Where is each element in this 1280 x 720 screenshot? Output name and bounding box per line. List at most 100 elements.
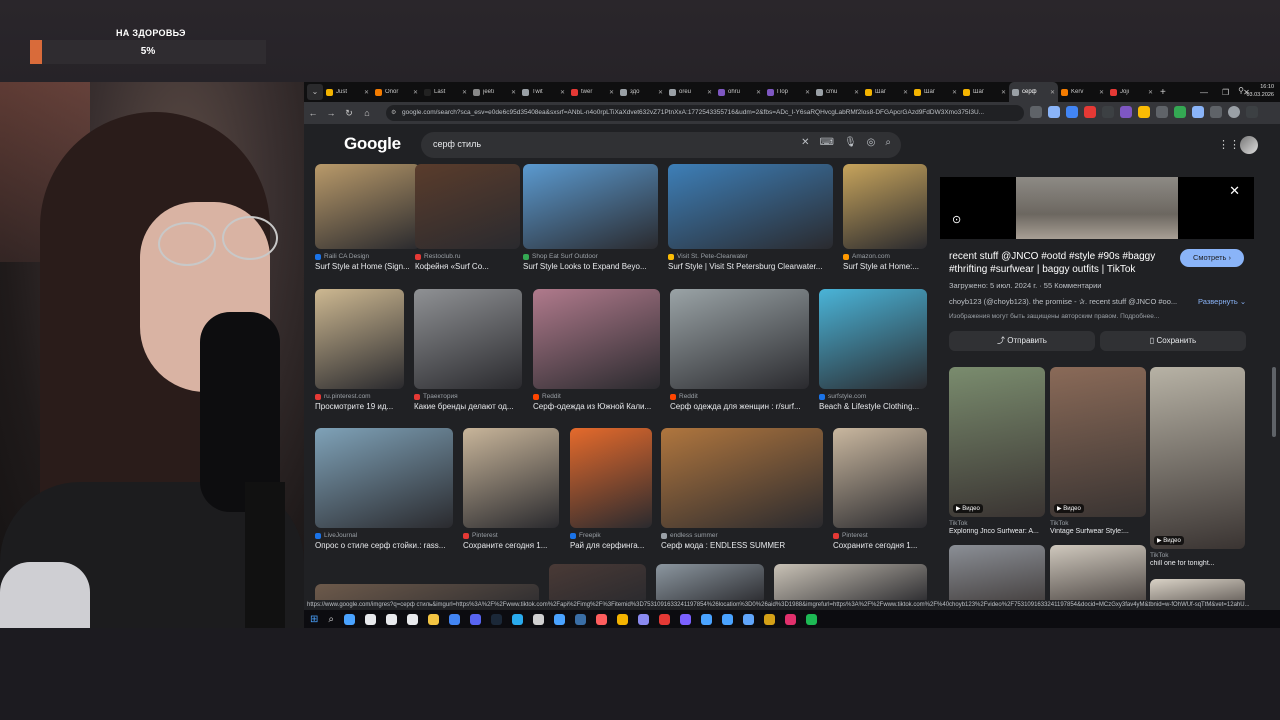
lens-search-icon[interactable]: ⊙ [952,213,961,226]
tab-close-icon[interactable]: ✕ [364,89,369,96]
result-thumbnail[interactable] [774,564,927,604]
taskbar-app-icon[interactable] [512,613,523,625]
extension-icon[interactable] [1156,106,1168,118]
taskbar-search-icon[interactable]: ⌕ [328,614,334,625]
result-thumbnail[interactable] [463,428,559,528]
home-icon[interactable]: ⌂ [358,108,376,118]
browser-tab[interactable]: jeeti ✕ [470,82,519,102]
tab-close-icon[interactable]: ✕ [609,89,614,96]
result-title[interactable]: Серф одежда для женщин : r/surf... [670,402,809,411]
lens-icon[interactable]: ◎ [867,137,876,148]
result-title[interactable]: Опрос о стиле серф стойки.: rass... [315,541,453,550]
taskbar-app-icon[interactable] [365,613,376,625]
extension-icon[interactable] [1102,106,1114,118]
translate-icon[interactable] [1030,106,1042,118]
image-result-card[interactable]: Visit St. Pete-Clearwater Surf Style | Vi… [668,164,833,271]
related-thumbnail[interactable] [1050,545,1146,607]
result-title[interactable]: Beach & Lifestyle Clothing... [819,402,927,411]
result-thumbnail[interactable] [414,289,522,389]
copyright-note[interactable]: Изображения могут быть защищены авторски… [949,313,1159,320]
new-tab-icon[interactable]: + [1160,87,1166,98]
minimize-icon[interactable]: — [1200,88,1208,97]
expand-link[interactable]: Развернуть ⌄ [1198,297,1246,306]
browser-tab[interactable]: cmu ✕ [813,82,862,102]
forward-icon[interactable]: → [322,108,340,118]
taskbar-app-icon[interactable] [785,613,796,625]
extension-icon[interactable] [1120,106,1132,118]
result-title[interactable]: Сохраните сегодня 1... [463,541,559,550]
extension-icon[interactable] [1174,106,1186,118]
tray-icon[interactable]: ⚲ [1238,86,1244,95]
tab-close-icon[interactable]: ✕ [805,89,810,96]
related-image-card[interactable]: ▶ Видео TikTok Vintage Surfwear Style:... [1050,367,1146,535]
result-title[interactable]: Какие бренды делают од... [414,402,522,411]
image-result-card[interactable]: Shop Eat Surf Outdoor Surf Style Looks to… [523,164,658,271]
url-field[interactable]: ⚙ google.com/search?sca_esv=e0de6c95d354… [386,105,1024,121]
browser-tab[interactable]: oreu ✕ [666,82,715,102]
image-result-card[interactable] [549,564,646,604]
image-result-card[interactable]: Траектория Какие бренды делают од... [414,289,522,411]
result-thumbnail[interactable] [533,289,660,389]
result-title[interactable]: Серф мода : ENDLESS SUMMER [661,541,823,550]
browser-tab[interactable]: twer ✕ [568,82,617,102]
mic-icon[interactable]: 🎙 [844,137,857,148]
browser-tab[interactable]: Шаг ✕ [960,82,1009,102]
extension-icon[interactable] [1084,106,1096,118]
bookmark-icon[interactable] [1048,106,1060,118]
save-button[interactable]: ▯ Сохранить [1100,331,1246,351]
scrollbar-thumb[interactable] [1272,367,1276,437]
tab-close-icon[interactable]: ✕ [1099,89,1104,96]
image-result-card[interactable]: Reddit Серф одежда для женщин : r/surf... [670,289,809,411]
taskbar-app-icon[interactable] [806,613,817,625]
browser-tab[interactable]: Шаг ✕ [862,82,911,102]
browser-tab[interactable]: Last ✕ [421,82,470,102]
share-button[interactable]: ⤴ Отправить [949,331,1095,351]
related-thumbnail[interactable]: ▶ Видео [1150,367,1245,549]
browser-tab[interactable]: Twit ✕ [519,82,568,102]
taskbar-app-icon[interactable] [386,613,397,625]
tab-close-icon[interactable]: ✕ [560,89,565,96]
result-title[interactable]: Surf Style at Home (Sign... [315,262,420,271]
result-thumbnail[interactable] [668,164,833,249]
related-title[interactable]: Exploring Jnco Surfwear: A... [949,528,1045,535]
related-thumbnail[interactable]: ▶ Видео [1050,367,1146,517]
result-thumbnail[interactable] [549,564,646,604]
browser-tab[interactable]: Onor ✕ [372,82,421,102]
preview-image[interactable] [1016,177,1178,239]
result-title[interactable]: Просмотрите 19 ид... [315,402,404,411]
tab-close-icon[interactable]: ✕ [756,89,761,96]
taskbar-app-icon[interactable] [554,613,565,625]
related-image-card[interactable]: ▶ Видео TikTok Exploring Jnco Surfwear: A.… [949,367,1045,535]
image-result-card[interactable]: Raili CA Design Surf Style at Home (Sign.… [315,164,420,271]
tab-close-icon[interactable]: ✕ [413,89,418,96]
taskbar-app-icon[interactable] [743,613,754,625]
windows-start-icon[interactable]: ⊞ [310,614,318,625]
taskbar-app-icon[interactable] [344,613,355,625]
extension-icon[interactable] [1066,106,1078,118]
taskbar-app-icon[interactable] [596,613,607,625]
result-thumbnail[interactable] [415,164,520,249]
result-thumbnail[interactable] [570,428,652,528]
search-icon[interactable]: ⌕ [885,137,891,148]
taskbar-app-icon[interactable] [428,613,439,625]
preview-title[interactable]: recent stuff @JNCO #ootd #style #90s #ba… [949,250,1171,276]
extension-icon[interactable] [1192,106,1204,118]
image-result-card[interactable]: Pinterest Сохраните сегодня 1... [463,428,559,550]
search-query[interactable]: серф стиль [433,139,481,149]
tab-close-icon[interactable]: ✕ [903,89,908,96]
browser-tab[interactable]: здо ✕ [617,82,666,102]
taskbar-app-icon[interactable] [617,613,628,625]
result-title[interactable]: Кофейня «Surf Co... [415,262,520,271]
tab-close-icon[interactable]: ✕ [952,89,957,96]
account-avatar[interactable] [1240,136,1258,154]
result-title[interactable]: Рай для серфинга... [570,541,652,550]
keyboard-icon[interactable]: ⌨ [820,137,834,148]
visit-button[interactable]: Смотреть › [1180,249,1244,267]
image-result-card[interactable]: Pinterest Сохраните сегодня 1... [833,428,927,550]
taskbar-app-icon[interactable] [407,613,418,625]
image-result-card[interactable]: surfstyle.com Beach & Lifestyle Clothing.… [819,289,927,411]
restore-icon[interactable]: ❐ [1222,88,1229,97]
browser-tab[interactable]: ohru ✕ [715,82,764,102]
result-thumbnail[interactable] [315,428,453,528]
related-thumbnail[interactable]: ▶ Видео [949,367,1045,517]
